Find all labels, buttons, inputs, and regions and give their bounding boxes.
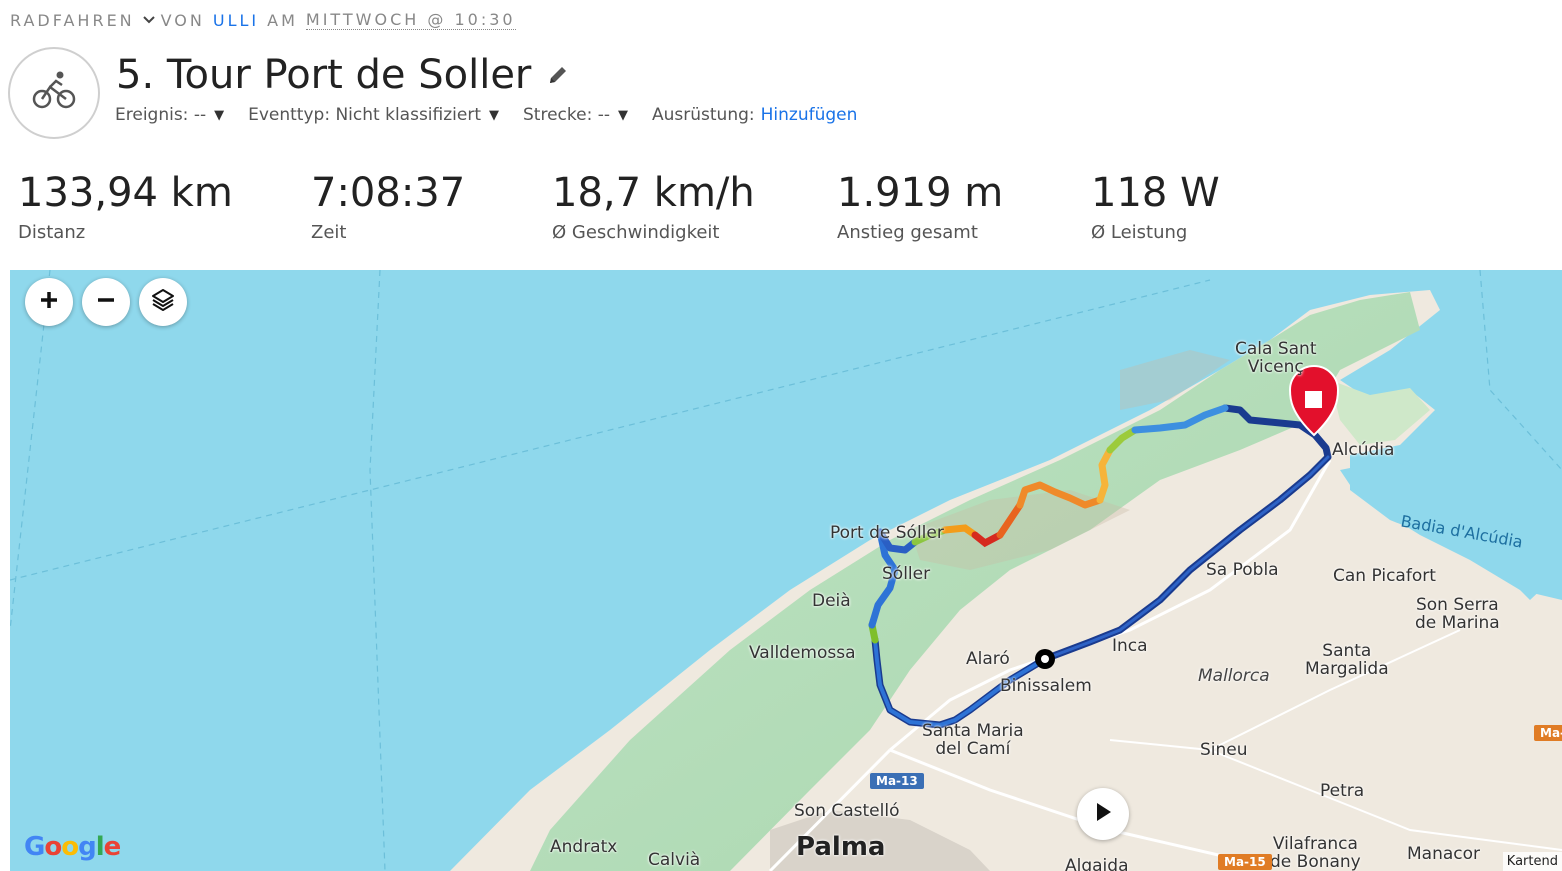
map-label: Algaida (1065, 856, 1129, 871)
map-label: Inca (1112, 636, 1148, 656)
caret-down-icon: ▼ (214, 107, 225, 123)
map-label: Palma (796, 832, 886, 862)
stat-label: Ø Leistung (1091, 222, 1188, 243)
stat-value: 7:08:37 (311, 170, 466, 216)
map-label: Santa Maria del Camí (922, 721, 1024, 759)
map-label: Sineu (1200, 740, 1248, 760)
map-label: Sa Pobla (1206, 560, 1279, 580)
event-dropdown[interactable]: Ereignis: -- ▼ (115, 105, 224, 125)
road-shield: Ma- (1534, 725, 1562, 741)
event-type-value: Nicht klassifiziert (335, 105, 481, 125)
map-label: Alaró (966, 649, 1010, 669)
stat-value: 18,7 km/h (552, 170, 755, 216)
gear-label: Ausrüstung: (652, 105, 755, 125)
user-link[interactable]: ULLI (213, 11, 259, 30)
stat-label: Ø Geschwindigkeit (552, 222, 720, 243)
caret-down-icon: ▼ (489, 107, 499, 123)
map-label: Son Serra de Marina (1415, 595, 1500, 633)
course-label: Strecke: (523, 105, 593, 125)
caret-down-icon: ▼ (618, 107, 628, 123)
activity-header-line: RADFAHREN VON ULLI AM MITTWOCH @ 10:30 (10, 8, 516, 32)
google-logo: Google (24, 832, 121, 862)
stat-elevation-gain: 1.919 m Anstieg gesamt (837, 170, 1003, 243)
chevron-down-icon (142, 13, 155, 27)
activity-title-row: 5. Tour Port de Soller (116, 52, 569, 98)
stat-value: 118 W (1091, 170, 1220, 216)
by-label: VON (160, 10, 205, 30)
stat-label: Distanz (18, 222, 86, 243)
activity-title: 5. Tour Port de Soller (116, 52, 532, 98)
stat-label: Anstieg gesamt (837, 222, 978, 243)
map-label: Cala Sant Vicenç (1235, 339, 1317, 377)
stat-value: 1.919 m (837, 170, 1004, 216)
map-label: Can Picafort (1333, 566, 1436, 586)
bike-icon (30, 67, 78, 119)
gear-field: Ausrüstung: Hinzufügen (652, 105, 857, 125)
road-shield: Ma-13 (870, 773, 924, 789)
stat-avg-power: 118 W Ø Leistung (1091, 170, 1220, 243)
map-label: Calvià (648, 850, 701, 870)
map-label: Deià (812, 591, 851, 611)
route-map[interactable]: Cala Sant Vicenç Alcúdia Badia d'Alcúdia… (10, 270, 1562, 871)
map-label: Sóller (882, 564, 931, 584)
course-dropdown[interactable]: Strecke: -- ▼ (523, 105, 628, 125)
add-gear-link[interactable]: Hinzufügen (761, 105, 858, 125)
map-layers-button[interactable] (139, 278, 187, 326)
zoom-in-button[interactable] (25, 278, 73, 326)
activity-datetime[interactable]: MITTWOCH @ 10:30 (305, 10, 516, 30)
activity-meta-row: Ereignis: -- ▼ Eventtyp: Nicht klassifiz… (115, 104, 881, 126)
plus-icon (39, 290, 59, 314)
map-label: Vilafranca de Bonany (1270, 834, 1361, 871)
play-route-button[interactable] (1077, 788, 1129, 840)
map-attribution[interactable]: Kartend (1502, 852, 1562, 871)
event-value: -- (193, 105, 207, 125)
pencil-edit-icon[interactable] (547, 64, 569, 86)
course-value: -- (597, 105, 610, 125)
stat-time: 7:08:37 Zeit (311, 170, 465, 243)
stat-distance: 133,94 km Distanz (18, 170, 233, 243)
map-label: Son Castelló (794, 801, 900, 821)
map-label: Manacor (1407, 844, 1481, 864)
map-label: Alcúdia (1332, 440, 1395, 460)
sport-type-label: RADFAHREN (10, 10, 135, 30)
stat-avg-speed: 18,7 km/h Ø Geschwindigkeit (552, 170, 755, 243)
map-label: Valldemossa (749, 643, 856, 663)
map-label: Petra (1320, 781, 1365, 801)
layers-icon (150, 287, 176, 317)
map-label: Binissalem (1000, 676, 1092, 696)
activity-type-avatar (8, 47, 100, 139)
event-type-dropdown[interactable]: Eventtyp: Nicht klassifiziert ▼ (248, 105, 499, 125)
road-shield: Ma-15 (1218, 854, 1272, 870)
event-label: Ereignis: (115, 105, 189, 125)
map-label: Santa Margalida (1305, 641, 1389, 679)
stat-label: Zeit (311, 222, 347, 243)
map-label: Mallorca (1198, 666, 1270, 686)
event-type-label: Eventtyp: (248, 105, 331, 125)
play-icon (1092, 801, 1114, 827)
sport-type-dropdown[interactable]: RADFAHREN (10, 11, 161, 30)
zoom-out-button[interactable] (82, 278, 130, 326)
on-label: AM (267, 10, 298, 30)
minus-icon (96, 290, 116, 314)
stat-value: 133,94 km (18, 170, 233, 216)
map-label: Andratx (550, 837, 618, 857)
map-label: Port de Sóller (830, 523, 944, 543)
